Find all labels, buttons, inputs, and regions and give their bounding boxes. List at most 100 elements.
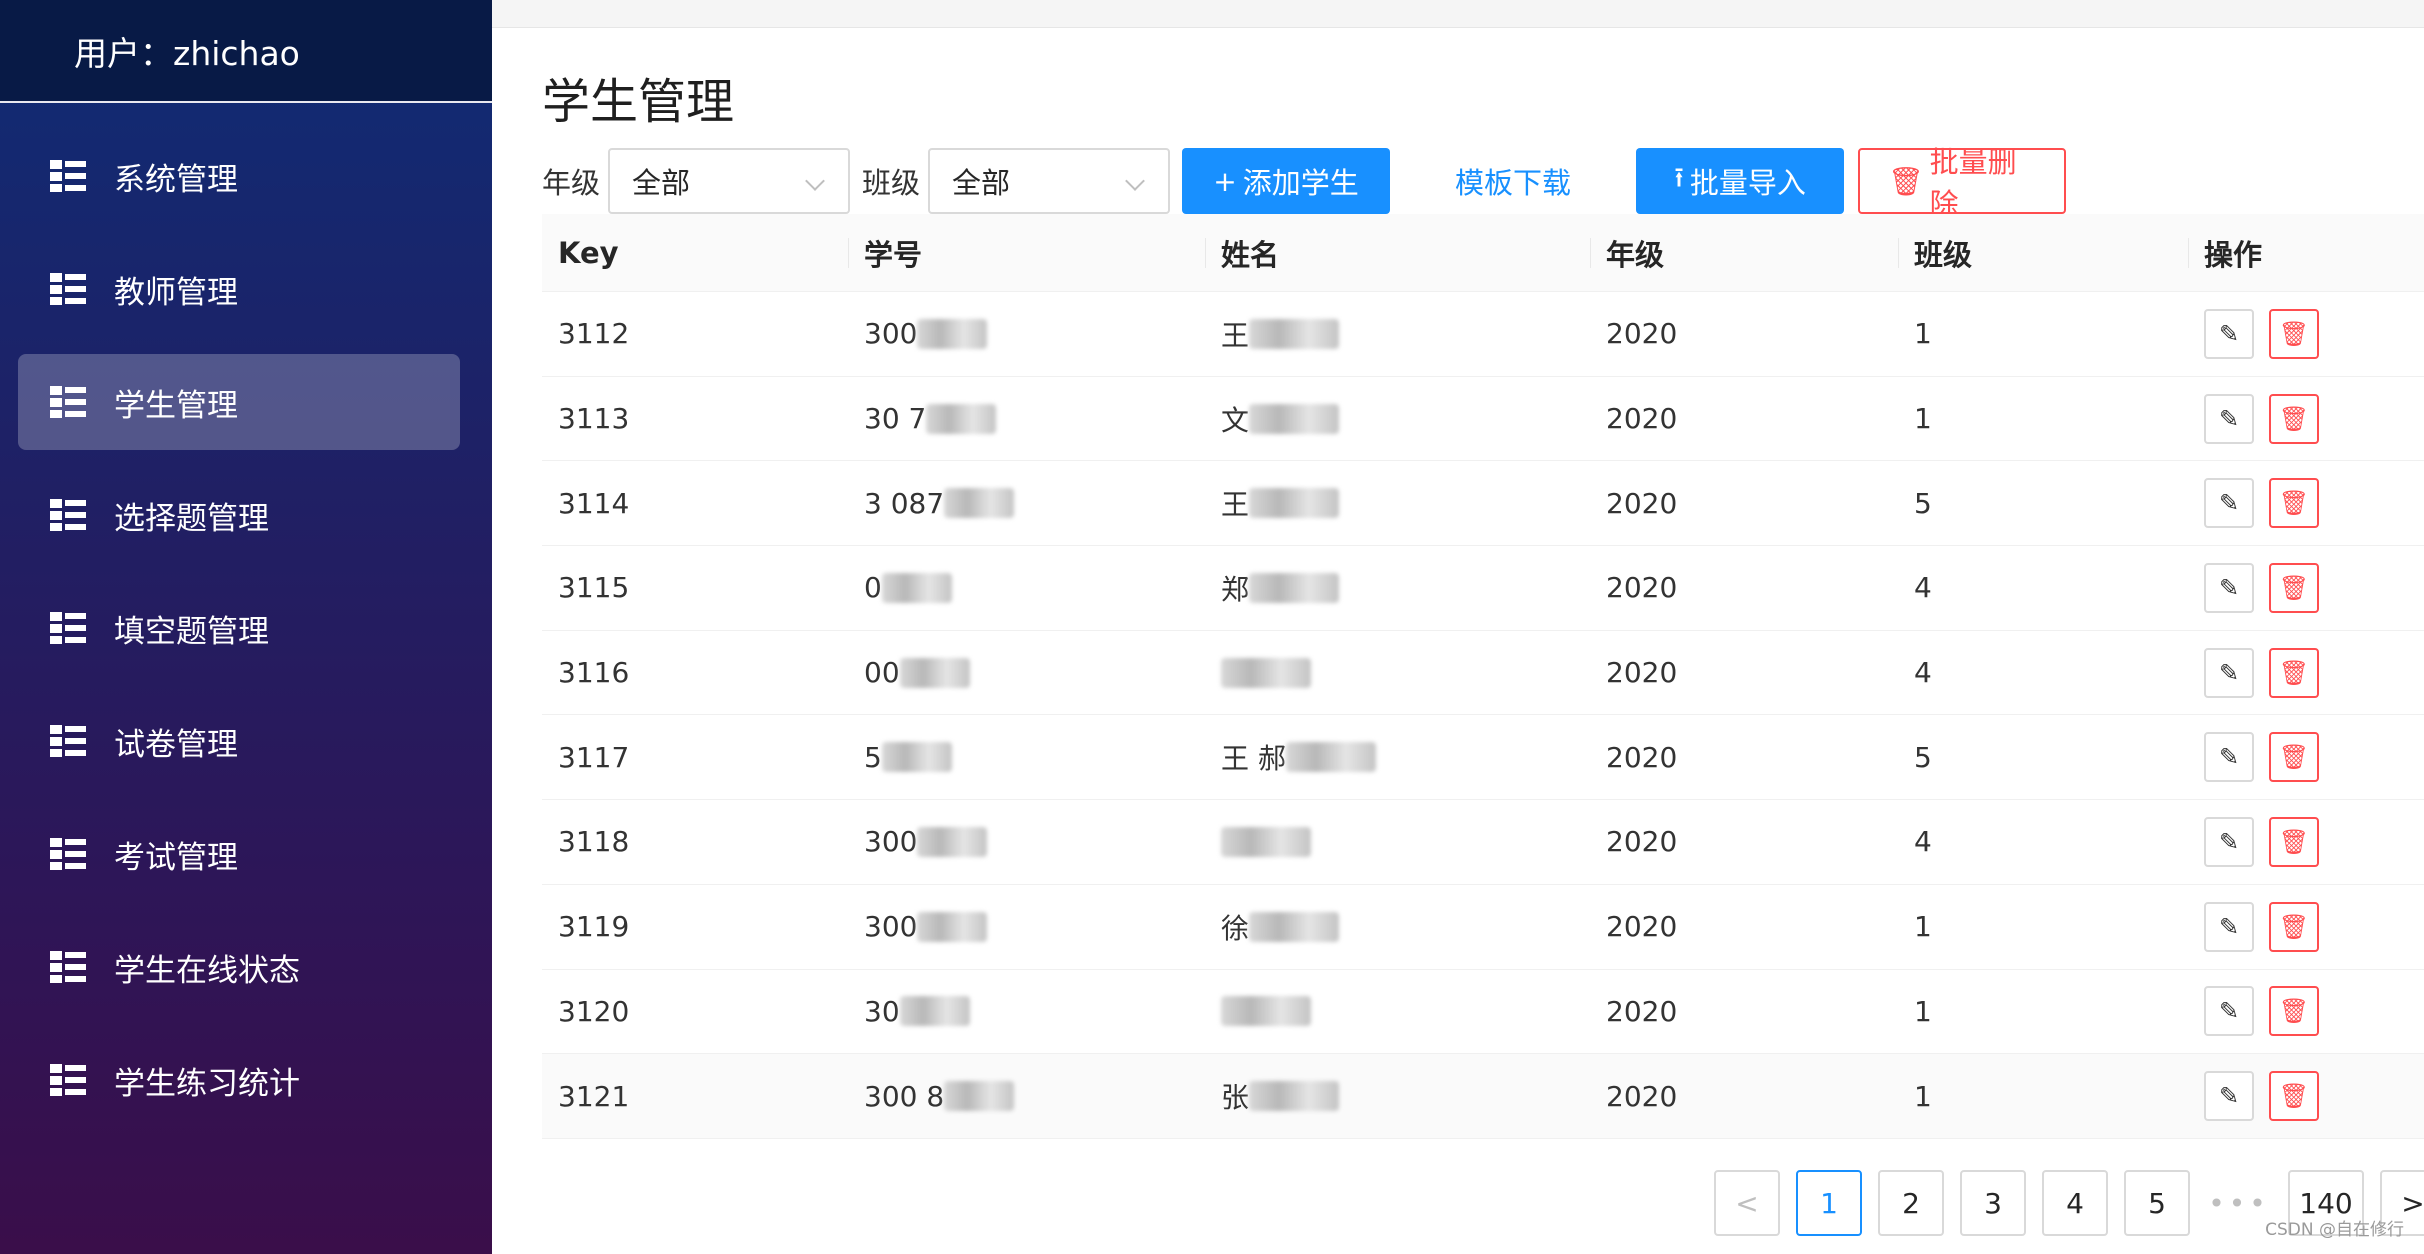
cell-name: 文: [1205, 377, 1590, 461]
trash-icon: 🗑: [2278, 827, 2310, 856]
cell-class: 5: [1914, 486, 1932, 520]
trash-icon: 🗑: [2278, 489, 2310, 518]
table-row: 3121 300 8 张 2020 1 ✎ 🗑: [542, 1054, 2424, 1139]
grade-select[interactable]: 全部: [608, 148, 851, 214]
delete-button[interactable]: 🗑: [2269, 1071, 2319, 1122]
edit-icon: ✎: [2218, 997, 2240, 1026]
page-button-5[interactable]: 5: [2124, 1170, 2190, 1236]
edit-button[interactable]: ✎: [2204, 308, 2254, 359]
edit-button[interactable]: ✎: [2204, 901, 2254, 952]
sidebar-item-choice-questions[interactable]: 选择题管理: [18, 467, 460, 563]
delete-button[interactable]: 🗑: [2269, 732, 2319, 783]
page-button-4[interactable]: 4: [2042, 1170, 2108, 1236]
cell-name: 郑: [1205, 546, 1590, 630]
sidebar-item-practice-stats[interactable]: 学生练习统计: [18, 1032, 460, 1128]
redacted-blur: [1221, 996, 1311, 1027]
cell-name: [1205, 631, 1590, 715]
student-no-text: 30 7: [864, 402, 927, 436]
column-header-class: 班级: [1898, 214, 2188, 292]
class-select[interactable]: 全部: [928, 148, 1171, 214]
delete-button[interactable]: 🗑: [2269, 986, 2319, 1037]
edit-button[interactable]: ✎: [2204, 562, 2254, 613]
edit-icon: ✎: [2218, 319, 2240, 348]
trash-icon: 🗑: [2278, 573, 2310, 602]
edit-button[interactable]: ✎: [2204, 816, 2254, 867]
delete-button[interactable]: 🗑: [2269, 901, 2319, 952]
redacted-blur: [944, 488, 1015, 519]
trash-icon: 🗑: [2278, 404, 2310, 433]
batch-delete-button[interactable]: 🗑 批量删除: [1858, 145, 2067, 221]
list-icon: [50, 386, 86, 418]
cell-class: 1: [1914, 1079, 1932, 1113]
chevron-down-icon: [805, 171, 825, 191]
list-icon: [50, 160, 86, 192]
sidebar-item-label: 学生在线状态: [114, 952, 300, 989]
class-select-value: 全部: [952, 166, 1011, 200]
delete-button[interactable]: 🗑: [2269, 562, 2319, 613]
user-label: 用户：zhichao: [74, 33, 300, 73]
add-student-button[interactable]: + 添加学生: [1182, 148, 1391, 214]
page-button-1[interactable]: 1: [1796, 1170, 1862, 1236]
edit-icon: ✎: [2218, 912, 2240, 941]
toolbar: 年级 全部 班级 全部 + 添加学生 模板下载 ⭱ 批量导入 🗑 批量删除: [542, 145, 2067, 221]
sidebar-item-label: 考试管理: [114, 839, 238, 876]
edit-button[interactable]: ✎: [2204, 732, 2254, 783]
page-button-2[interactable]: 2: [1878, 1170, 1944, 1236]
sidebar-item-teacher[interactable]: 教师管理: [18, 241, 460, 337]
table-row: 3119 300 徐 2020 1 ✎ 🗑: [542, 885, 2424, 970]
edit-button[interactable]: ✎: [2204, 647, 2254, 698]
redacted-blur: [899, 996, 970, 1027]
cell-student-no: 300 8: [848, 1054, 1205, 1138]
student-no-text: 300: [864, 910, 918, 944]
cell-actions: ✎ 🗑: [2188, 461, 2424, 545]
edit-icon: ✎: [2218, 658, 2240, 687]
delete-button[interactable]: 🗑: [2269, 478, 2319, 529]
template-download-link[interactable]: 模板下载: [1412, 148, 1614, 214]
sidebar-item-label: 学生练习统计: [114, 1065, 300, 1102]
top-bar: [492, 0, 2424, 28]
column-header-actions: 操作: [2188, 214, 2424, 292]
edit-button[interactable]: ✎: [2204, 1071, 2254, 1122]
list-icon: [50, 838, 86, 870]
batch-import-button[interactable]: ⭱ 批量导入: [1636, 148, 1845, 214]
delete-button[interactable]: 🗑: [2269, 647, 2319, 698]
cell-actions: ✎ 🗑: [2188, 1054, 2424, 1138]
delete-button[interactable]: 🗑: [2269, 393, 2319, 444]
sidebar-item-online-status[interactable]: 学生在线状态: [18, 919, 460, 1015]
cell-class: 4: [1914, 656, 1932, 690]
cell-name: [1205, 970, 1590, 1054]
sidebar-item-exams[interactable]: 考试管理: [18, 806, 460, 902]
delete-button[interactable]: 🗑: [2269, 816, 2319, 867]
cell-grade: 2020: [1606, 402, 1678, 436]
trash-icon: 🗑: [2278, 1082, 2310, 1111]
sidebar-item-label: 填空题管理: [114, 613, 269, 650]
sidebar-item-student[interactable]: 学生管理: [18, 354, 460, 450]
sidebar-menu: 系统管理 教师管理 学生管理 选择题管理 填空题管理 试卷管理 考试管理 学生在…: [0, 103, 492, 1128]
ellipsis-jump[interactable]: •••: [2206, 1170, 2272, 1236]
edit-button[interactable]: ✎: [2204, 478, 2254, 529]
class-filter-label: 班级: [862, 166, 921, 200]
cell-key: 3121: [558, 1079, 630, 1113]
student-no-text: 300: [864, 825, 918, 859]
trash-icon: 🗑: [1888, 164, 1924, 198]
sidebar-item-fill-blank[interactable]: 填空题管理: [18, 580, 460, 676]
table-header: Key 学号 姓名 年级 班级 操作: [542, 214, 2424, 292]
page-button-3[interactable]: 3: [1960, 1170, 2026, 1236]
delete-button[interactable]: 🗑: [2269, 308, 2319, 359]
edit-button[interactable]: ✎: [2204, 393, 2254, 444]
cell-class: 5: [1914, 740, 1932, 774]
cell-key: 3114: [558, 486, 630, 520]
sidebar-item-label: 选择题管理: [114, 500, 269, 537]
redacted-blur: [917, 826, 988, 857]
edit-icon: ✎: [2218, 827, 2240, 856]
prev-page-button[interactable]: <: [1714, 1170, 1780, 1236]
edit-button[interactable]: ✎: [2204, 986, 2254, 1037]
list-icon: [50, 273, 86, 305]
cell-key: 3120: [558, 994, 630, 1028]
table-row: 3120 30 2020 1 ✎ 🗑: [542, 970, 2424, 1055]
sidebar-item-system[interactable]: 系统管理: [18, 128, 460, 224]
cell-actions: ✎ 🗑: [2188, 885, 2424, 969]
redacted-blur: [899, 657, 970, 688]
sidebar-item-papers[interactable]: 试卷管理: [18, 693, 460, 789]
cell-actions: ✎ 🗑: [2188, 292, 2424, 376]
